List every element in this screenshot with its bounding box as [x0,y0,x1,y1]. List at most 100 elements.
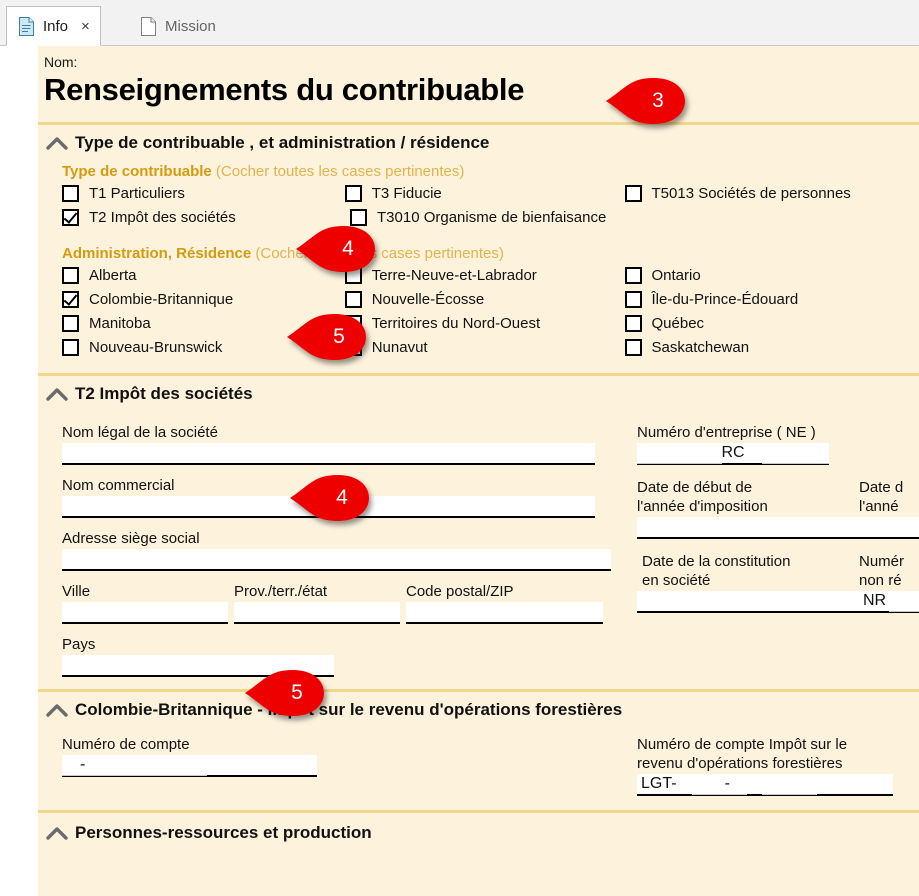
field-input-date-constitution-societe[interactable] [637,591,859,613]
checkbox-row: Manitoba Territoires du Nord-Ouest Québe… [62,315,919,339]
checkbox-item-nouvelle-ecosse[interactable]: Nouvelle-Écosse [344,291,625,308]
checkbox-icon[interactable] [624,291,642,308]
field-label-line1: Date d [859,479,904,496]
field-date-constitution-societe: Date de la constitution en société [637,553,859,613]
tab-bar: Info × Mission [0,0,919,46]
checkbox-icon[interactable] [624,267,642,284]
field-label-line1: Numéro de compte Impôt sur le [637,736,848,753]
segment-guide [762,794,817,795]
checkbox-icon[interactable] [62,315,79,332]
checkbox-item-alberta[interactable]: Alberta [62,267,345,284]
field-input-code-postal-zip[interactable] [406,602,603,624]
checkbox-grid-type-contribuable: T1 Particuliers T3 Fiducie T5013 Société… [62,185,919,233]
checkbox-label: Nouvelle-Écosse [371,291,485,308]
chevron-up-icon[interactable] [46,136,68,150]
field-nom-legal-societe: Nom légal de la société [62,424,637,465]
close-icon[interactable]: × [81,19,90,34]
checkbox-item-saskatchewan[interactable]: Saskatchewan [624,339,919,356]
field-value: RC [721,444,745,461]
field-input-ville[interactable] [62,602,228,624]
tab-mission[interactable]: Mission [128,6,227,46]
field-input-numero-entreprise[interactable]: RC [637,443,829,465]
checkbox-item-territoires-du-nord-ouest[interactable]: Territoires du Nord-Ouest [344,315,625,332]
checkbox-label: T2 Impôt des sociétés [89,209,236,226]
checkbox-icon[interactable] [624,339,642,356]
field-input-numero-de-compte[interactable]: - [62,755,317,777]
checkbox-item-ontario[interactable]: Ontario [624,267,919,284]
checkbox-icon[interactable] [624,315,642,332]
section-cb-impot-revenu-forestier: Colombie-Britannique - Impôt sur le reve… [38,692,919,796]
field-label: Pays [62,636,96,653]
checkbox-icon[interactable] [62,267,79,284]
page-title: Renseignements du contribuable [44,72,525,107]
field-date-fin-annee-imposition: Date d l'anné [859,479,919,539]
checkbox-item-terre-neuve-et-labrador[interactable]: Terre-Neuve-et-Labrador [344,267,625,284]
checkbox-icon[interactable] [344,315,362,332]
checkbox-item-t5013-societes-personnes[interactable]: T5013 Sociétés de personnes [624,185,919,202]
checkbox-item-t1-particuliers[interactable]: T1 Particuliers [62,185,345,202]
checkbox-icon[interactable] [344,339,362,356]
field-input-numero-non-resident[interactable]: NR [859,591,919,613]
checkbox-icon[interactable] [62,185,79,202]
checkbox-item-t3-fiducie[interactable]: T3 Fiducie [344,185,625,202]
checkbox-item-nunavut[interactable]: Nunavut [344,339,625,356]
t2-left-column: Nom légal de la société Nom commercial A… [62,414,637,677]
checkbox-item-manitoba[interactable]: Manitoba [62,315,345,332]
field-input-pays[interactable] [62,655,334,677]
checkbox-label: Nouveau-Brunswick [89,339,223,356]
section-header-personnes-ressources-production[interactable]: Personnes-ressources et production [38,813,919,847]
checkbox-item-nouveau-brunswick[interactable]: Nouveau-Brunswick [62,339,345,356]
field-numero-entreprise: Numéro d'entreprise ( NE ) RC [637,424,919,465]
section-personnes-ressources-production: Personnes-ressources et production [38,813,919,847]
chevron-up-icon[interactable] [46,703,68,717]
field-input-nom-commercial[interactable] [62,496,595,518]
checkbox-item-ile-du-prince-edouard[interactable]: Île-du-Prince-Édouard [624,291,919,308]
checkbox-icon[interactable] [350,209,367,226]
field-numero-non-resident: Numér non ré NR [859,553,919,613]
field-pays: Pays [62,636,637,677]
field-label-line1: Numér [859,553,905,570]
checkbox-item-t2-impot-societes[interactable]: T2 Impôt des sociétés [62,209,350,226]
section-header-t2-impot-societes[interactable]: T2 Impôt des sociétés [38,376,919,408]
section-title: Colombie-Britannique - Impôt sur le reve… [75,700,623,719]
field-label: Nom commercial [62,477,175,494]
checkbox-icon[interactable] [62,339,79,356]
field-ville: Ville [62,583,234,624]
section-body-cb-forestier: Numéro de compte - Numéro de compte Impô… [38,724,919,796]
checkbox-icon-checked[interactable] [62,209,79,226]
checkbox-icon[interactable] [344,291,362,308]
checkbox-row: T2 Impôt des sociétés T3010 Organisme de… [62,209,919,233]
field-input-date-fin-annee-imposition[interactable] [859,517,919,539]
checkbox-icon[interactable] [344,185,362,202]
section-header-cb-impot-revenu-forestier[interactable]: Colombie-Britannique - Impôt sur le reve… [38,692,919,724]
checkbox-icon[interactable] [344,267,362,284]
cb-right-column: Numéro de compte Impôt sur le revenu d'o… [637,730,919,796]
checkbox-item-colombie-britannique[interactable]: Colombie-Britannique [62,291,345,308]
section-body-t2: Nom légal de la société Nom commercial A… [38,408,919,677]
checkbox-icon[interactable] [624,185,642,202]
chevron-up-icon[interactable] [46,826,68,840]
field-input-numero-compte-impot-forestier[interactable]: LGT- - [637,774,893,796]
tab-label-info: Info [43,17,69,35]
checkbox-item-quebec[interactable]: Québec [624,315,919,332]
nom-label: Nom: [44,54,78,70]
field-input-adresse-siege-social[interactable] [62,549,611,571]
subheading-note: (Cocher toutes les cases pertinentes) [215,163,465,180]
field-label: Ville [62,583,91,600]
field-input-date-debut-annee-imposition[interactable] [637,517,859,539]
section-header-type-contribuable[interactable]: Type de contribuable , et administration… [38,125,919,157]
section-title: T2 Impôt des sociétés [75,384,253,403]
field-value: NR [863,592,887,609]
subheading-label: Administration, Résidence [62,245,252,262]
segment-guide [762,463,829,464]
field-input-prov-terr-etat[interactable] [234,602,400,624]
checkbox-icon-checked[interactable] [62,291,79,308]
checkbox-item-t3010-organisme-bienfaisance[interactable]: T3010 Organisme de bienfaisance [350,209,635,226]
field-label: Numéro de compte [62,736,190,753]
checkbox-label: T3010 Organisme de bienfaisance [377,209,607,226]
field-input-nom-legal-societe[interactable] [62,443,595,465]
tab-info[interactable]: Info × [6,6,101,46]
chevron-up-icon[interactable] [46,387,68,401]
form-page: Nom: Renseignements du contribuable Type… [0,46,919,896]
checkbox-label: Nunavut [371,339,428,356]
